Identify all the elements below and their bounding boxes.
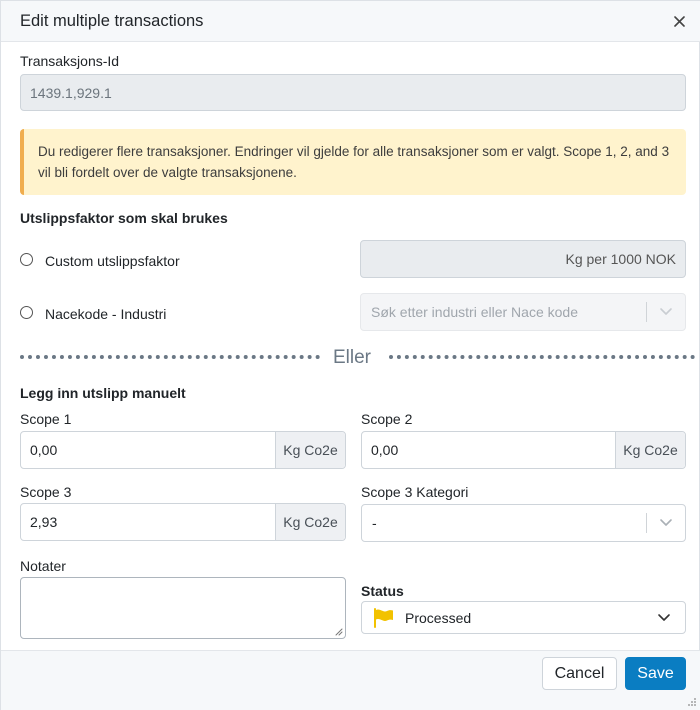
- multi-edit-alert: Du redigerer flere transaksjoner. Endrin…: [20, 129, 686, 195]
- nace-code-placeholder: Søk etter industri eller Nace kode: [371, 304, 578, 320]
- flag-icon: [374, 607, 393, 628]
- nace-code-select[interactable]: Søk etter industri eller Nace kode: [360, 293, 686, 331]
- divider-line-left: [20, 355, 320, 359]
- scope2-value: 0,00: [371, 442, 399, 458]
- divider-line-right: [389, 355, 695, 359]
- manual-entry-title: Legg inn utslipp manuelt: [20, 385, 186, 401]
- edit-transactions-modal: Edit multiple transactions Transaksjons-…: [0, 0, 700, 710]
- transaction-id-value: 1439.1,929.1: [30, 84, 112, 101]
- scope1-value: 0,00: [30, 442, 58, 458]
- scope3-input[interactable]: 2,93 Kg Co2e: [20, 503, 346, 541]
- divider-text: Eller: [333, 347, 372, 368]
- scope3-category-value: -: [372, 515, 377, 531]
- transaction-id-input[interactable]: 1439.1,929.1: [20, 74, 686, 111]
- status-label: Status: [361, 583, 404, 599]
- modal-title: Edit multiple transactions: [20, 12, 204, 30]
- scope1-unit: Kg Co2e: [275, 432, 345, 468]
- custom-factor-input[interactable]: Kg per 1000 NOK: [360, 240, 686, 278]
- close-icon: [673, 15, 685, 27]
- chevron-down-icon: [660, 308, 672, 315]
- status-value: Processed: [405, 609, 472, 626]
- scope2-label: Scope 2: [361, 411, 413, 427]
- scope1-input[interactable]: 0,00 Kg Co2e: [20, 431, 346, 469]
- modal-resize-grip-icon[interactable]: [687, 697, 697, 707]
- cancel-button[interactable]: Cancel: [542, 657, 617, 690]
- notes-label: Notater: [20, 558, 66, 574]
- modal-header: Edit multiple transactions: [1, 1, 700, 42]
- status-select[interactable]: Processed: [361, 601, 686, 634]
- chevron-down-icon: [658, 613, 670, 621]
- scope3-category-label: Scope 3 Kategori: [361, 484, 469, 500]
- resize-handle-icon[interactable]: [334, 627, 343, 636]
- custom-factor-placeholder: Kg per 1000 NOK: [565, 251, 676, 267]
- scope3-unit: Kg Co2e: [275, 504, 345, 540]
- nace-code-label: Nacekode - Industri: [45, 306, 167, 322]
- nace-code-radio[interactable]: [20, 306, 33, 319]
- close-button[interactable]: [669, 11, 689, 31]
- scope1-label: Scope 1: [20, 411, 72, 427]
- emission-factor-title: Utslippsfaktor som skal brukes: [20, 210, 228, 226]
- custom-factor-radio[interactable]: [20, 253, 33, 266]
- save-button[interactable]: Save: [625, 657, 686, 690]
- alert-text: Du redigerer flere transaksjoner. Endrin…: [38, 144, 670, 180]
- custom-factor-label: Custom utslippsfaktor: [45, 253, 180, 269]
- scope3-category-select[interactable]: -: [361, 504, 686, 542]
- select-separator: [646, 513, 647, 533]
- notes-textarea[interactable]: [20, 577, 346, 639]
- chevron-down-icon: [660, 519, 672, 526]
- scope3-value: 2,93: [30, 514, 58, 530]
- select-separator: [646, 302, 647, 322]
- scope3-label: Scope 3: [20, 484, 72, 500]
- scope2-unit: Kg Co2e: [615, 432, 685, 468]
- scope2-input[interactable]: 0,00 Kg Co2e: [361, 431, 686, 469]
- transaction-id-label: Transaksjons-Id: [20, 53, 120, 69]
